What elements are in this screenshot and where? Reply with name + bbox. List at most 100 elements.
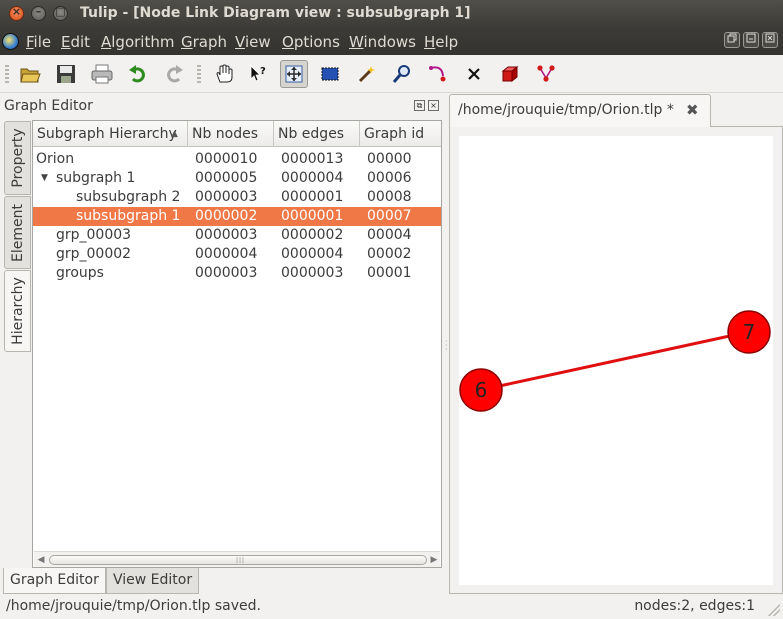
menu-windows[interactable]: Windows bbox=[349, 33, 416, 51]
edit-edge-bends-button[interactable] bbox=[424, 60, 452, 88]
tab-view-editor[interactable]: View Editor bbox=[106, 568, 200, 594]
tree-row[interactable]: grp_00002 0000004 0000004 00002 bbox=[33, 245, 441, 264]
save-icon bbox=[57, 65, 75, 83]
nb-edges-cell: 0000002 bbox=[281, 227, 344, 243]
status-bar: /home/jrouquie/tmp/Orion.tlp saved. node… bbox=[0, 596, 783, 619]
tree-row[interactable]: grp_00003 0000003 0000002 00004 bbox=[33, 226, 441, 245]
menu-edit[interactable]: Edit bbox=[61, 33, 90, 51]
tab-graph-editor[interactable]: Graph Editor bbox=[3, 568, 106, 594]
nb-nodes-cell: 0000004 bbox=[195, 246, 258, 262]
scroll-left-icon[interactable]: ◀ bbox=[36, 554, 46, 566]
tree-row[interactable]: ▼ subgraph 1 0000005 0000004 00006 bbox=[33, 169, 441, 188]
pan-tool-button[interactable] bbox=[210, 60, 238, 88]
horizontal-scrollbar[interactable]: ◀ ||| ▶ bbox=[34, 551, 440, 567]
tree-row[interactable]: subsubgraph 2 0000003 0000001 00008 bbox=[33, 188, 441, 207]
window-titlebar: × – □ Tulip - [Node Link Diagram view : … bbox=[0, 0, 783, 28]
minimize-icon: – bbox=[35, 5, 42, 18]
menu-file[interactable]: File bbox=[26, 33, 51, 51]
magnifier-icon bbox=[392, 65, 410, 83]
graph-edge[interactable] bbox=[480, 330, 749, 392]
maximize-icon: □ bbox=[55, 5, 66, 18]
menu-bar: File Edit Algorithm Graph View Options W… bbox=[0, 28, 783, 55]
float-icon: ⧉ bbox=[416, 101, 423, 110]
subgraph-name-cell: subsubgraph 2 bbox=[76, 189, 181, 205]
menu-graph[interactable]: Graph bbox=[181, 33, 227, 51]
subgraph-hierarchy-tree[interactable]: Subgraph Hierarchy ▲ Nb nodes Nb edges G… bbox=[32, 120, 442, 568]
close-icon: × bbox=[11, 5, 22, 18]
menu-algorithm[interactable]: Algorithm bbox=[101, 33, 174, 51]
save-button[interactable] bbox=[52, 60, 80, 88]
navigate-graph-button[interactable] bbox=[280, 60, 308, 88]
redo-button[interactable] bbox=[160, 60, 188, 88]
tree-row[interactable]: Orion 0000010 0000013 00000 bbox=[33, 150, 441, 169]
restore-icon bbox=[727, 33, 737, 43]
document-tab[interactable]: /home/jrouquie/tmp/Orion.tlp * ✖ bbox=[449, 94, 711, 127]
rectangle-selection-button[interactable] bbox=[316, 60, 344, 88]
toolbar-grip[interactable] bbox=[5, 65, 9, 83]
panel-splitter-handle[interactable]: · · · bbox=[445, 338, 448, 354]
column-header-graph-id[interactable]: Graph id bbox=[360, 121, 441, 147]
nb-nodes-cell: 0000005 bbox=[195, 170, 258, 186]
scroll-right-icon[interactable]: ▶ bbox=[429, 554, 439, 566]
open-button[interactable] bbox=[16, 60, 44, 88]
dock-close-button[interactable]: × bbox=[428, 100, 439, 111]
subgraph-name-cell: Orion bbox=[36, 151, 75, 167]
subgraph-name-cell: subgraph 1 bbox=[56, 170, 136, 186]
undo-button[interactable] bbox=[124, 60, 152, 88]
subgraph-name-cell: groups bbox=[56, 265, 104, 281]
close-icon bbox=[765, 33, 775, 43]
magic-wand-button[interactable] bbox=[352, 60, 380, 88]
graph-id-cell: 00004 bbox=[367, 227, 412, 243]
side-tab-element[interactable]: Element bbox=[4, 196, 31, 269]
graph-id-cell: 00006 bbox=[367, 170, 412, 186]
nb-nodes-cell: 0000003 bbox=[195, 265, 258, 281]
column-header-nb-edges[interactable]: Nb edges bbox=[274, 121, 360, 147]
tree-row[interactable]: groups 0000003 0000003 00001 bbox=[33, 264, 441, 283]
nb-edges-cell: 0000003 bbox=[281, 265, 344, 281]
menu-view[interactable]: View bbox=[235, 33, 271, 51]
graph-id-cell: 00001 bbox=[367, 265, 412, 281]
whats-this-button[interactable]: ? bbox=[244, 60, 272, 88]
graph-editor-panel-title: Graph Editor bbox=[4, 98, 93, 114]
subgraph-name-cell: subsubgraph 1 bbox=[76, 208, 181, 224]
mdi-minimize-button[interactable] bbox=[743, 32, 759, 48]
side-tab-hierarchy[interactable]: Hierarchy bbox=[4, 270, 31, 352]
nb-nodes-cell: 0000003 bbox=[195, 227, 258, 243]
zoom-button[interactable] bbox=[388, 60, 416, 88]
print-icon bbox=[91, 64, 113, 84]
tree-row[interactable]: subsubgraph 1 0000002 0000001 00007 bbox=[33, 207, 441, 226]
side-tab-property[interactable]: Property bbox=[4, 121, 31, 195]
delete-element-button[interactable] bbox=[460, 60, 488, 88]
close-tab-icon[interactable]: ✖ bbox=[686, 101, 699, 119]
mdi-restore-button[interactable] bbox=[724, 32, 740, 48]
add-node-button[interactable] bbox=[496, 60, 524, 88]
tree-header: Subgraph Hierarchy ▲ Nb nodes Nb edges G… bbox=[33, 121, 441, 147]
menu-options[interactable]: Options bbox=[282, 33, 340, 51]
mdi-close-button[interactable] bbox=[762, 32, 778, 48]
print-button[interactable] bbox=[88, 60, 116, 88]
graph-id-cell: 00007 bbox=[367, 208, 412, 224]
graph-node-label-7: 7 bbox=[743, 320, 756, 344]
column-header-subgraph-hierarchy[interactable]: Subgraph Hierarchy bbox=[33, 121, 188, 147]
navigate-graph-icon bbox=[285, 65, 303, 83]
add-edge-icon bbox=[537, 65, 555, 82]
resize-grip-icon[interactable] bbox=[768, 604, 780, 616]
nb-edges-cell: 0000004 bbox=[281, 170, 344, 186]
scrollbar-thumb[interactable]: ||| bbox=[49, 555, 427, 565]
menu-help[interactable]: Help bbox=[424, 33, 458, 51]
window-close-button[interactable]: × bbox=[9, 5, 24, 21]
add-edge-button[interactable] bbox=[532, 60, 560, 88]
column-header-nb-nodes[interactable]: Nb nodes bbox=[188, 121, 274, 147]
expand-arrow-icon[interactable]: ▼ bbox=[41, 169, 48, 188]
toolbar-grip[interactable] bbox=[197, 65, 201, 83]
red-cube-icon bbox=[501, 65, 519, 83]
window-minimize-button[interactable]: – bbox=[31, 5, 46, 21]
window-maximize-button[interactable]: □ bbox=[53, 5, 68, 21]
dock-float-button[interactable]: ⧉ bbox=[414, 100, 425, 111]
subgraph-name-cell: grp_00002 bbox=[56, 246, 132, 262]
close-icon: × bbox=[430, 101, 437, 110]
document-tab-label: /home/jrouquie/tmp/Orion.tlp * bbox=[458, 102, 674, 118]
nb-nodes-cell: 0000002 bbox=[195, 208, 258, 224]
node-link-diagram-canvas[interactable]: 6 7 bbox=[459, 136, 773, 585]
delete-x-icon bbox=[468, 68, 480, 80]
